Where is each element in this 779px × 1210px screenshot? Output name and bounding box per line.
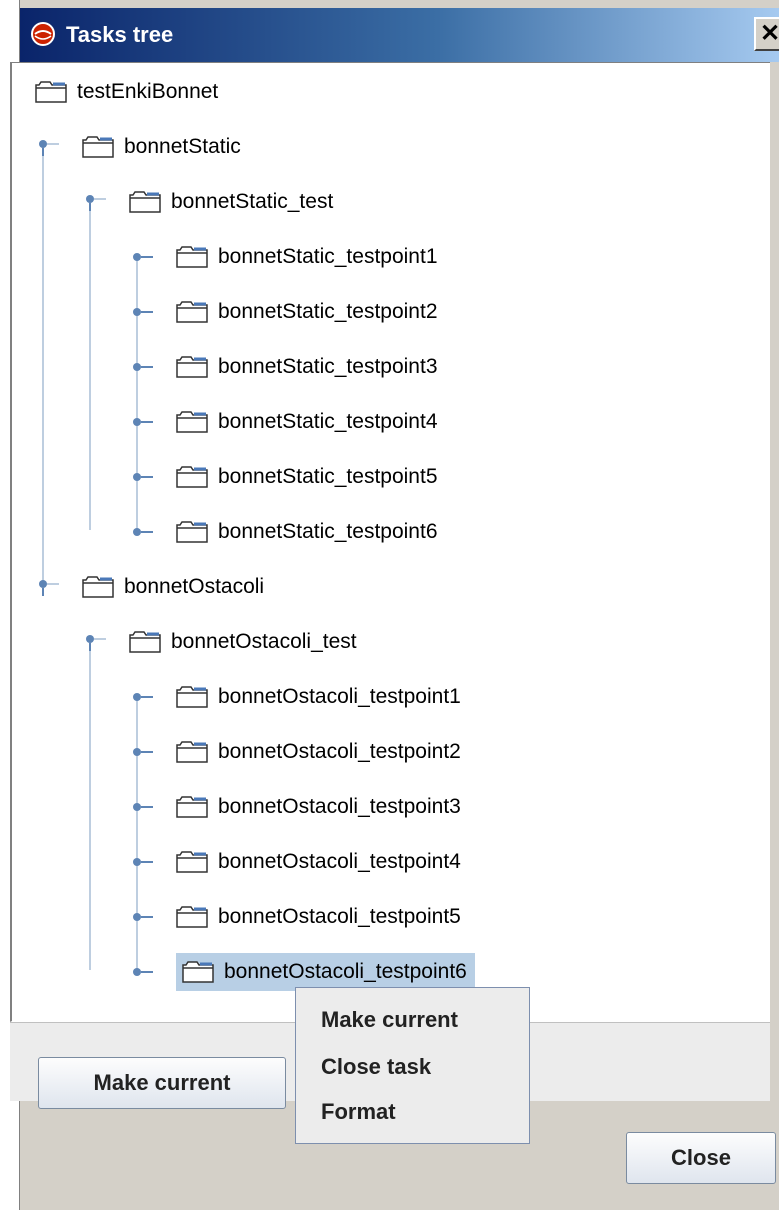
tree-leaf-node[interactable]: bonnetStatic_testpoint1	[176, 238, 446, 276]
collapse-handle-icon[interactable]	[131, 357, 153, 377]
tree-node-label: bonnetStatic_testpoint2	[218, 300, 438, 323]
tree-leaf-node[interactable]: bonnetOstacoli_testpoint3	[176, 788, 469, 826]
tree-leaf-node[interactable]: bonnetOstacoli_testpoint1	[176, 678, 469, 716]
tree-group-node[interactable]: bonnetStatic_test	[129, 183, 341, 221]
tree-leaf-node[interactable]: bonnetStatic_testpoint6	[176, 513, 446, 551]
collapse-handle-icon[interactable]	[131, 797, 153, 817]
tree-group-node[interactable]: bonnetOstacoli	[82, 568, 272, 606]
make-current-button[interactable]: Make current	[38, 1057, 286, 1109]
folder-icon	[35, 81, 67, 103]
window-title: Tasks tree	[66, 22, 174, 47]
tree-node-label: bonnetStatic_testpoint1	[218, 245, 438, 268]
folder-icon	[176, 796, 208, 818]
collapse-handle-icon[interactable]	[131, 907, 153, 927]
tree-node-label: bonnetStatic_test	[171, 190, 334, 213]
title-bar[interactable]: Tasks tree ✕	[20, 8, 779, 62]
folder-icon	[176, 906, 208, 928]
context-menu: Make current Close task Format	[295, 987, 530, 1144]
folder-icon	[176, 851, 208, 873]
tree-group-node[interactable]: bonnetStatic	[82, 128, 249, 166]
menu-item-close-task[interactable]: Close task	[321, 1049, 431, 1085]
tree-leaf-node[interactable]: bonnetStatic_testpoint3	[176, 348, 446, 386]
folder-icon	[182, 961, 214, 983]
collapse-handle-icon[interactable]	[131, 962, 153, 982]
tree-node-label: bonnetStatic_testpoint6	[218, 520, 438, 543]
close-icon: ✕	[759, 20, 779, 47]
tree-leaf-node[interactable]: bonnetOstacoli_testpoint4	[176, 843, 469, 881]
folder-icon	[176, 466, 208, 488]
menu-item-make-current[interactable]: Make current	[321, 1002, 458, 1038]
menu-item-format[interactable]: Format	[321, 1094, 396, 1130]
red-sphere-icon	[31, 22, 55, 46]
tree-leaf-node[interactable]: bonnetStatic_testpoint2	[176, 293, 446, 331]
expand-handle-icon[interactable]	[37, 137, 59, 157]
expand-handle-icon[interactable]	[84, 192, 106, 212]
tree-node-label: bonnetOstacoli	[124, 575, 265, 598]
folder-icon	[176, 411, 208, 433]
folder-icon	[176, 686, 208, 708]
folder-icon	[82, 576, 114, 598]
tree-node-label: bonnetOstacoli_test	[171, 630, 357, 653]
tree-node-label: bonnetStatic_testpoint4	[218, 410, 438, 433]
folder-icon	[176, 741, 208, 763]
tree-node-label: bonnetOstacoli_testpoint3	[218, 795, 461, 818]
tree-node-label: bonnetOstacoli_testpoint6	[224, 960, 467, 983]
collapse-handle-icon[interactable]	[131, 467, 153, 487]
folder-icon	[176, 301, 208, 323]
tree-leaf-node[interactable]: bonnetStatic_testpoint4	[176, 403, 446, 441]
collapse-handle-icon[interactable]	[131, 412, 153, 432]
tree-leaf-node[interactable]: bonnetOstacoli_testpoint5	[176, 898, 469, 936]
tree-leaf-node[interactable]: bonnetOstacoli_testpoint2	[176, 733, 469, 771]
tree-node-label: bonnetStatic	[124, 135, 241, 158]
tree-group-node[interactable]: bonnetOstacoli_test	[129, 623, 365, 661]
expand-handle-icon[interactable]	[84, 632, 106, 652]
tree-node-label: bonnetOstacoli_testpoint4	[218, 850, 461, 873]
tree-leaf-node[interactable]: bonnetStatic_testpoint5	[176, 458, 446, 496]
folder-icon	[129, 631, 161, 653]
folder-icon	[176, 521, 208, 543]
tree-node-label: bonnetOstacoli_testpoint2	[218, 740, 461, 763]
expand-handle-icon[interactable]	[37, 577, 59, 597]
collapse-handle-icon[interactable]	[131, 522, 153, 542]
collapse-handle-icon[interactable]	[131, 302, 153, 322]
tree-leaf-node[interactable]: bonnetOstacoli_testpoint6	[176, 953, 475, 991]
tree-root-node[interactable]: testEnkiBonnet	[35, 73, 226, 111]
collapse-handle-icon[interactable]	[131, 742, 153, 762]
tree-node-label: bonnetOstacoli_testpoint1	[218, 685, 461, 708]
folder-icon	[129, 191, 161, 213]
tree-node-label: bonnetOstacoli_testpoint5	[218, 905, 461, 928]
tree-node-label: testEnkiBonnet	[77, 80, 219, 103]
close-button[interactable]: Close	[626, 1132, 776, 1184]
tree-node-label: bonnetStatic_testpoint3	[218, 355, 438, 378]
tree-node-label: bonnetStatic_testpoint5	[218, 465, 438, 488]
close-window-button[interactable]: ✕	[754, 17, 779, 51]
collapse-handle-icon[interactable]	[131, 687, 153, 707]
folder-icon	[82, 136, 114, 158]
collapse-handle-icon[interactable]	[131, 247, 153, 267]
folder-icon	[176, 246, 208, 268]
collapse-handle-icon[interactable]	[131, 852, 153, 872]
folder-icon	[176, 356, 208, 378]
